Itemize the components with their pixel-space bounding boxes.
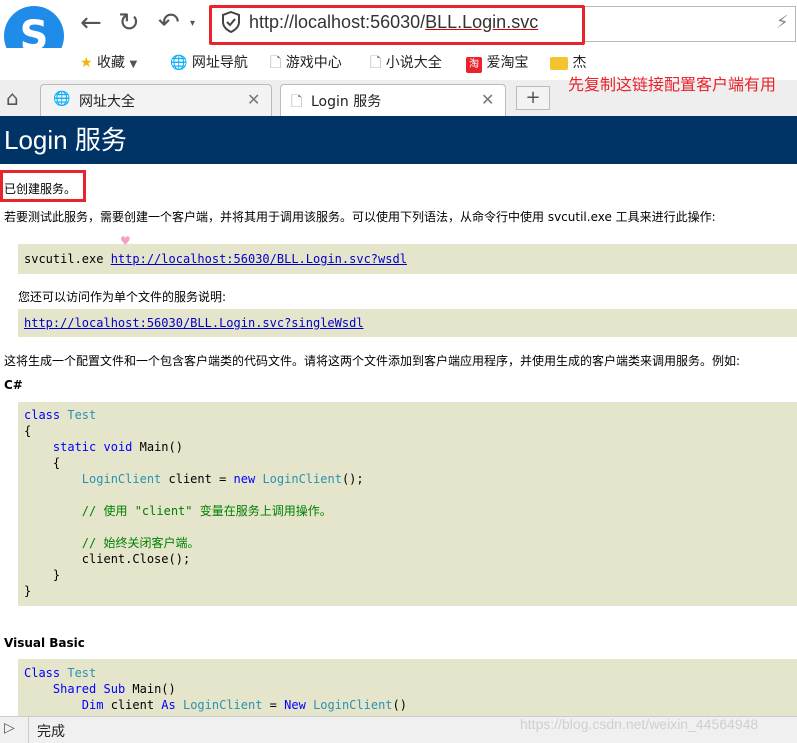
page-icon: 🗋 xyxy=(270,55,282,71)
annotation-note: 先复制这链接配置客户端有用 xyxy=(568,75,777,94)
single-file-intro: 您还可以访问作为单个文件的服务说明: xyxy=(18,290,227,304)
bookmark-novels[interactable]: 🗋 小说大全 xyxy=(370,52,442,76)
divider xyxy=(28,717,29,743)
url-path: BLL.Login.svc xyxy=(425,12,539,32)
refresh-icon: ↻ xyxy=(118,8,140,38)
code-line: LoginClient client = new LoginClient(); xyxy=(81,472,364,486)
bookmark-games[interactable]: 🗋 游戏中心 xyxy=(270,52,342,76)
shield-icon xyxy=(221,10,241,34)
code-line: { xyxy=(24,424,32,438)
status-text: 完成 xyxy=(37,724,65,740)
code-line: client.Close(); xyxy=(24,552,191,566)
left-arrow-icon: ← xyxy=(80,8,102,38)
csharp-label: C# xyxy=(4,378,23,392)
undo-icon: ↶ xyxy=(158,8,180,38)
page-icon: 🗋 xyxy=(291,94,303,110)
code-line: Shared Sub Main() xyxy=(52,682,176,696)
page-content: Login 服务 已创建服务。 若要测试此服务，需要创建一个客户端，并将其用于调… xyxy=(0,116,797,716)
wsdl-link[interactable]: http://localhost:56030/BLL.Login.svc?wsd… xyxy=(111,252,407,266)
back-button[interactable]: ← xyxy=(80,8,102,38)
globe-icon: 🌐 xyxy=(53,91,71,107)
browser-toolbar: S ← ↻ ↶ ▾ http://localhost:56030/BLL.Log… xyxy=(0,0,797,66)
url-host: http://localhost:56030/ xyxy=(249,12,426,32)
bookmark-taobao[interactable]: 淘 爱淘宝 xyxy=(466,52,528,73)
watermark: https://blog.csdn.net/weixin_44564948 xyxy=(520,716,759,732)
code-line: { xyxy=(24,456,61,470)
single-wsdl-link[interactable]: http://localhost:56030/BLL.Login.svc?sin… xyxy=(24,316,364,330)
globe-icon: 🌐 xyxy=(170,55,188,71)
code-line: } xyxy=(24,584,32,598)
sidebar-toggle-icon[interactable]: ▷ xyxy=(4,720,15,736)
single-wsdl-box: http://localhost:56030/BLL.Login.svc?sin… xyxy=(18,309,797,337)
bookmark-folder[interactable]: 杰 xyxy=(550,52,586,72)
code-line: Dim client As LoginClient = New LoginCli… xyxy=(81,698,407,712)
code-line: static void Main() xyxy=(52,440,183,454)
new-tab-button[interactable]: + xyxy=(516,86,550,110)
csharp-code-box: class Test { static void Main() { LoginC… xyxy=(18,402,797,606)
page-title: Login 服务 xyxy=(0,116,797,164)
taobao-icon: 淘 xyxy=(466,57,482,73)
svcutil-box: svcutil.exe http://localhost:56030/BLL.L… xyxy=(18,244,797,274)
folder-icon xyxy=(550,56,568,70)
page-icon: 🗋 xyxy=(370,55,382,71)
tab-label: Login 服务 xyxy=(311,94,382,110)
vb-code-box: Class Test Shared Sub Main() Dim client … xyxy=(18,659,797,716)
bookmark-nav[interactable]: 🌐 网址导航 xyxy=(170,52,248,72)
tab-web-directory[interactable]: 🌐 网址大全 ✕ xyxy=(40,84,272,116)
vb-label: Visual Basic xyxy=(4,636,85,650)
star-icon: ★ xyxy=(80,55,93,71)
created-message: 已创建服务。 xyxy=(4,182,77,196)
plus-icon: + xyxy=(525,87,541,108)
chevron-down-icon: ▼ xyxy=(129,59,138,70)
code-line: } xyxy=(24,568,61,582)
undo-button[interactable]: ↶ xyxy=(158,8,180,38)
tab-label: 网址大全 xyxy=(79,94,135,110)
svcutil-command: svcutil.exe xyxy=(24,252,111,266)
generate-text: 这将生成一个配置文件和一个包含客户端类的代码文件。请将这两个文件添加到客户端应用… xyxy=(4,354,741,368)
refresh-button[interactable]: ↻ xyxy=(118,8,140,38)
url-text[interactable]: http://localhost:56030/BLL.Login.svc xyxy=(249,12,538,33)
close-icon[interactable]: ✕ xyxy=(481,90,494,109)
intro-text: 若要测试此服务，需要创建一个客户端，并将其用于调用该服务。可以使用下列语法，从命… xyxy=(4,210,716,224)
code-line: Class Test xyxy=(24,666,97,680)
tab-login-service[interactable]: 🗋 Login 服务 ✕ xyxy=(280,84,506,116)
code-line: class Test xyxy=(24,408,97,422)
lightning-icon[interactable]: ⚡ xyxy=(776,12,789,33)
heart-icon: ♥ xyxy=(120,234,131,248)
code-line: // 始终关闭客户端。 xyxy=(24,536,200,550)
code-line: // 使用 "client" 变量在服务上调用操作。 xyxy=(24,504,332,518)
home-icon[interactable]: ⌂ xyxy=(6,86,19,110)
close-icon[interactable]: ✕ xyxy=(247,90,260,109)
undo-dropdown-icon[interactable]: ▾ xyxy=(190,18,195,29)
bookmark-favorites[interactable]: ★ 收藏 ▼ xyxy=(80,52,137,72)
